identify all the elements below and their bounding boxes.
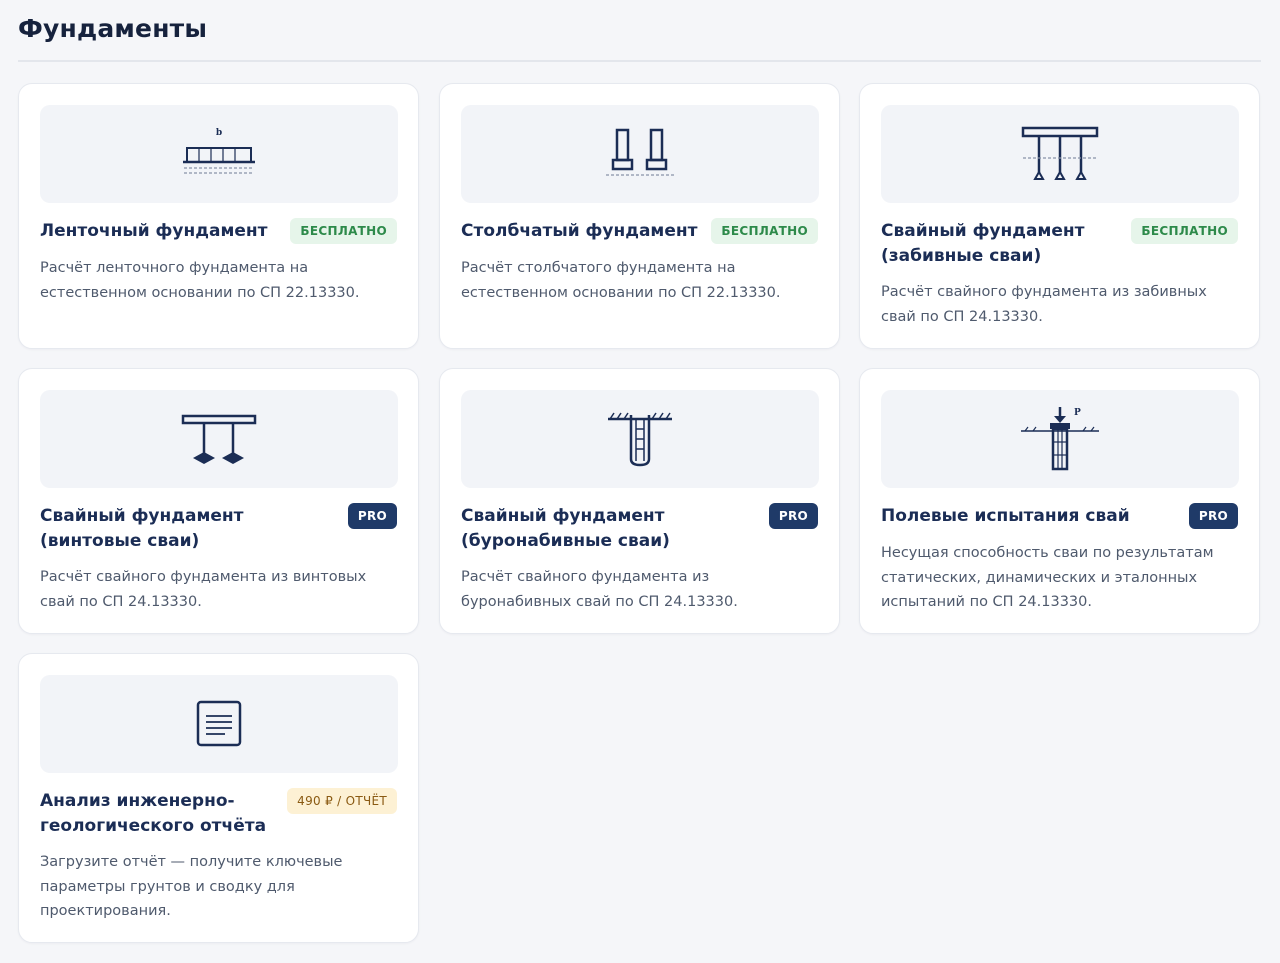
- card-description: Расчёт свайного фундамента из забивных с…: [881, 284, 1207, 325]
- foundations-page: Фундаменты b Ленточный фундамент БЕСПЛАТ…: [0, 0, 1280, 963]
- card-thumbnail: [461, 390, 819, 488]
- bored-piles-icon: [608, 412, 672, 467]
- icon-label-p: P: [1074, 408, 1081, 418]
- icon-label-b: b: [216, 128, 222, 138]
- title-divider: [18, 60, 1261, 62]
- pro-badge: PRO: [347, 503, 397, 529]
- card-geology-report[interactable]: Анализ инженерно-геологического отчёта 4…: [18, 653, 419, 943]
- card-thumbnail: [461, 105, 819, 203]
- card-thumbnail: [40, 675, 398, 773]
- screw-piles-icon: [181, 414, 257, 464]
- pro-badge: PRO: [768, 503, 818, 529]
- card-thumbnail: [881, 105, 1239, 203]
- card-title: Полевые испытания свай: [881, 506, 1130, 526]
- card-thumbnail: [40, 390, 398, 488]
- card-bored-piles[interactable]: Свайный фундамент (буронабивные сваи) PR…: [439, 368, 840, 634]
- pro-badge: PRO: [1188, 503, 1238, 529]
- free-badge: БЕСПЛАТНО: [1131, 218, 1238, 244]
- price-badge: 490 ₽ / ОТЧЁТ: [287, 788, 397, 814]
- card-title: Свайный фундамент (буронабивные сваи): [461, 506, 670, 551]
- card-thumbnail: P: [881, 390, 1239, 488]
- card-description: Расчёт свайного фундамента из винтовых с…: [40, 569, 367, 610]
- card-description: Несущая способность сваи по результатам …: [881, 545, 1214, 610]
- strip-foundation-icon: b: [183, 128, 255, 174]
- card-title: Ленточный фундамент: [40, 221, 268, 241]
- pile-testing-icon: P: [1021, 407, 1099, 471]
- driven-piles-icon: [1021, 126, 1099, 180]
- card-screw-piles[interactable]: Свайный фундамент (винтовые сваи) PRO Ра…: [18, 368, 419, 634]
- card-driven-piles[interactable]: Свайный фундамент (забивные сваи) БЕСПЛА…: [859, 83, 1260, 349]
- page-title: Фундаменты: [18, 14, 208, 43]
- card-pile-testing[interactable]: P Полевые испытания свай PRO Несущая спо…: [859, 368, 1260, 634]
- card-title: Свайный фундамент (винтовые сваи): [40, 506, 244, 551]
- card-description: Расчёт ленточного фундамента на естестве…: [40, 260, 360, 301]
- free-badge: БЕСПЛАТНО: [290, 218, 397, 244]
- free-badge: БЕСПЛАТНО: [711, 218, 818, 244]
- card-strip-foundation[interactable]: b Ленточный фундамент БЕСПЛАТНО Расчёт л…: [18, 83, 419, 349]
- card-title: Анализ инженерно-геологического отчёта: [40, 791, 267, 836]
- column-foundation-icon: [606, 128, 674, 176]
- card-thumbnail: b: [40, 105, 398, 203]
- card-description: Расчёт свайного фундамента из буронабивн…: [461, 569, 738, 610]
- card-description: Расчёт столбчатого фундамента на естеств…: [461, 260, 781, 301]
- card-title: Свайный фундамент (забивные сваи): [881, 221, 1085, 266]
- card-column-foundation[interactable]: Столбчатый фундамент БЕСПЛАТНО Расчёт ст…: [439, 83, 840, 349]
- card-description: Загрузите отчёт — получите ключевые пара…: [40, 854, 343, 919]
- document-icon: [196, 700, 242, 747]
- card-title: Столбчатый фундамент: [461, 221, 698, 241]
